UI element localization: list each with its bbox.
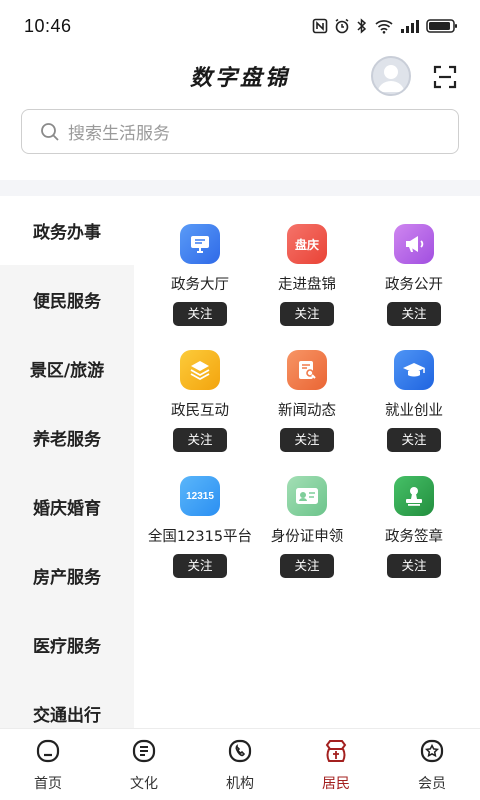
scan-button[interactable] bbox=[432, 64, 458, 90]
12315-icon: 12315 bbox=[180, 476, 220, 516]
service-label: 政务签章 bbox=[385, 529, 443, 545]
bluetooth-icon bbox=[357, 18, 367, 34]
nav-label: 机构 bbox=[226, 776, 254, 792]
service-label: 走进盘锦 bbox=[278, 277, 336, 293]
sidebar-item-marriage[interactable]: 婚庆婚育 bbox=[0, 472, 134, 541]
service-item[interactable]: 12315 全国12315平台 关注 bbox=[144, 448, 256, 578]
status-icons bbox=[312, 18, 458, 34]
bottom-nav: 首页 文化 机构 居民 会员 bbox=[0, 728, 480, 800]
resident-icon bbox=[325, 740, 347, 762]
status-bar: 10:46 bbox=[0, 0, 480, 52]
nav-label: 会员 bbox=[418, 776, 446, 792]
culture-icon bbox=[132, 739, 156, 763]
category-sidebar: 政务办事 便民服务 景区/旅游 养老服务 婚庆婚育 房产服务 医疗服务 交通出行 bbox=[0, 196, 134, 728]
avatar[interactable] bbox=[371, 56, 411, 96]
follow-button[interactable]: 关注 bbox=[387, 554, 441, 578]
service-item[interactable]: 政务签章 关注 bbox=[358, 448, 470, 578]
nav-label: 居民 bbox=[322, 776, 350, 792]
user-avatar-icon bbox=[378, 65, 404, 92]
wifi-icon bbox=[375, 20, 393, 34]
search-icon bbox=[41, 122, 59, 141]
member-icon bbox=[420, 739, 444, 763]
status-time: 10:46 bbox=[24, 15, 72, 36]
nav-item-residents[interactable]: 居民 bbox=[288, 729, 384, 800]
search-input[interactable]: 搜索生活服务 bbox=[21, 109, 459, 154]
battery-icon bbox=[426, 19, 457, 33]
stamp-icon bbox=[394, 476, 434, 516]
panjin-logo-icon: 盘庆 bbox=[287, 224, 327, 264]
nfc-icon bbox=[312, 18, 328, 34]
sidebar-item-government[interactable]: 政务办事 bbox=[0, 196, 134, 265]
sidebar-item-tourism[interactable]: 景区/旅游 bbox=[0, 334, 134, 403]
service-item[interactable]: 政民互动 关注 bbox=[144, 322, 256, 452]
service-item[interactable]: 政务大厅 关注 bbox=[144, 196, 256, 326]
megaphone-icon bbox=[394, 224, 434, 264]
service-item[interactable]: 政务公开 关注 bbox=[358, 196, 470, 326]
service-item[interactable]: 盘庆 走进盘锦 关注 bbox=[251, 196, 363, 326]
service-label: 全国12315平台 bbox=[147, 529, 253, 545]
service-item[interactable]: 身份证申领 关注 bbox=[251, 448, 363, 578]
service-label: 身份证申领 bbox=[270, 529, 344, 545]
nav-item-home[interactable]: 首页 bbox=[0, 729, 96, 800]
layers-icon bbox=[180, 350, 220, 390]
nav-label: 文化 bbox=[130, 776, 158, 792]
follow-button[interactable]: 关注 bbox=[280, 554, 334, 578]
panjin-logo-text: 盘庆 bbox=[294, 237, 319, 252]
service-label: 政务大厅 bbox=[171, 277, 229, 293]
sidebar-item-housing[interactable]: 房产服务 bbox=[0, 541, 134, 610]
id-card-icon bbox=[287, 476, 327, 516]
service-item[interactable]: 就业创业 关注 bbox=[358, 322, 470, 452]
sidebar-item-convenience[interactable]: 便民服务 bbox=[0, 265, 134, 334]
scan-icon bbox=[433, 65, 457, 89]
service-label: 新闻动态 bbox=[278, 403, 336, 419]
phone-icon bbox=[228, 739, 252, 763]
sidebar-item-elderly-care[interactable]: 养老服务 bbox=[0, 403, 134, 472]
service-item[interactable]: 新闻动态 关注 bbox=[251, 322, 363, 452]
service-label: 就业创业 bbox=[385, 403, 443, 419]
graduation-cap-icon bbox=[394, 350, 434, 390]
home-icon bbox=[36, 739, 60, 763]
search-placeholder: 搜索生活服务 bbox=[68, 124, 170, 144]
service-label: 政民互动 bbox=[171, 403, 229, 419]
nav-item-institutions[interactable]: 机构 bbox=[192, 729, 288, 800]
news-search-icon bbox=[287, 350, 327, 390]
service-grid: 政务大厅 关注 盘庆 走进盘锦 关注 政务公开 关注 政民互动 关注 新闻动态 … bbox=[134, 196, 480, 728]
nav-item-culture[interactable]: 文化 bbox=[96, 729, 192, 800]
nav-item-member[interactable]: 会员 bbox=[384, 729, 480, 800]
monitor-icon bbox=[180, 224, 220, 264]
section-divider bbox=[0, 180, 480, 196]
header: 数字盘锦 bbox=[0, 52, 480, 104]
follow-button[interactable]: 关注 bbox=[173, 554, 227, 578]
service-label: 政务公开 bbox=[385, 277, 443, 293]
nav-label: 首页 bbox=[34, 776, 62, 792]
sidebar-item-transport[interactable]: 交通出行 bbox=[0, 679, 134, 728]
12315-icon-text: 12315 bbox=[186, 490, 214, 502]
alarm-icon bbox=[335, 18, 349, 34]
sidebar-item-medical[interactable]: 医疗服务 bbox=[0, 610, 134, 679]
signal-icon bbox=[401, 20, 419, 33]
